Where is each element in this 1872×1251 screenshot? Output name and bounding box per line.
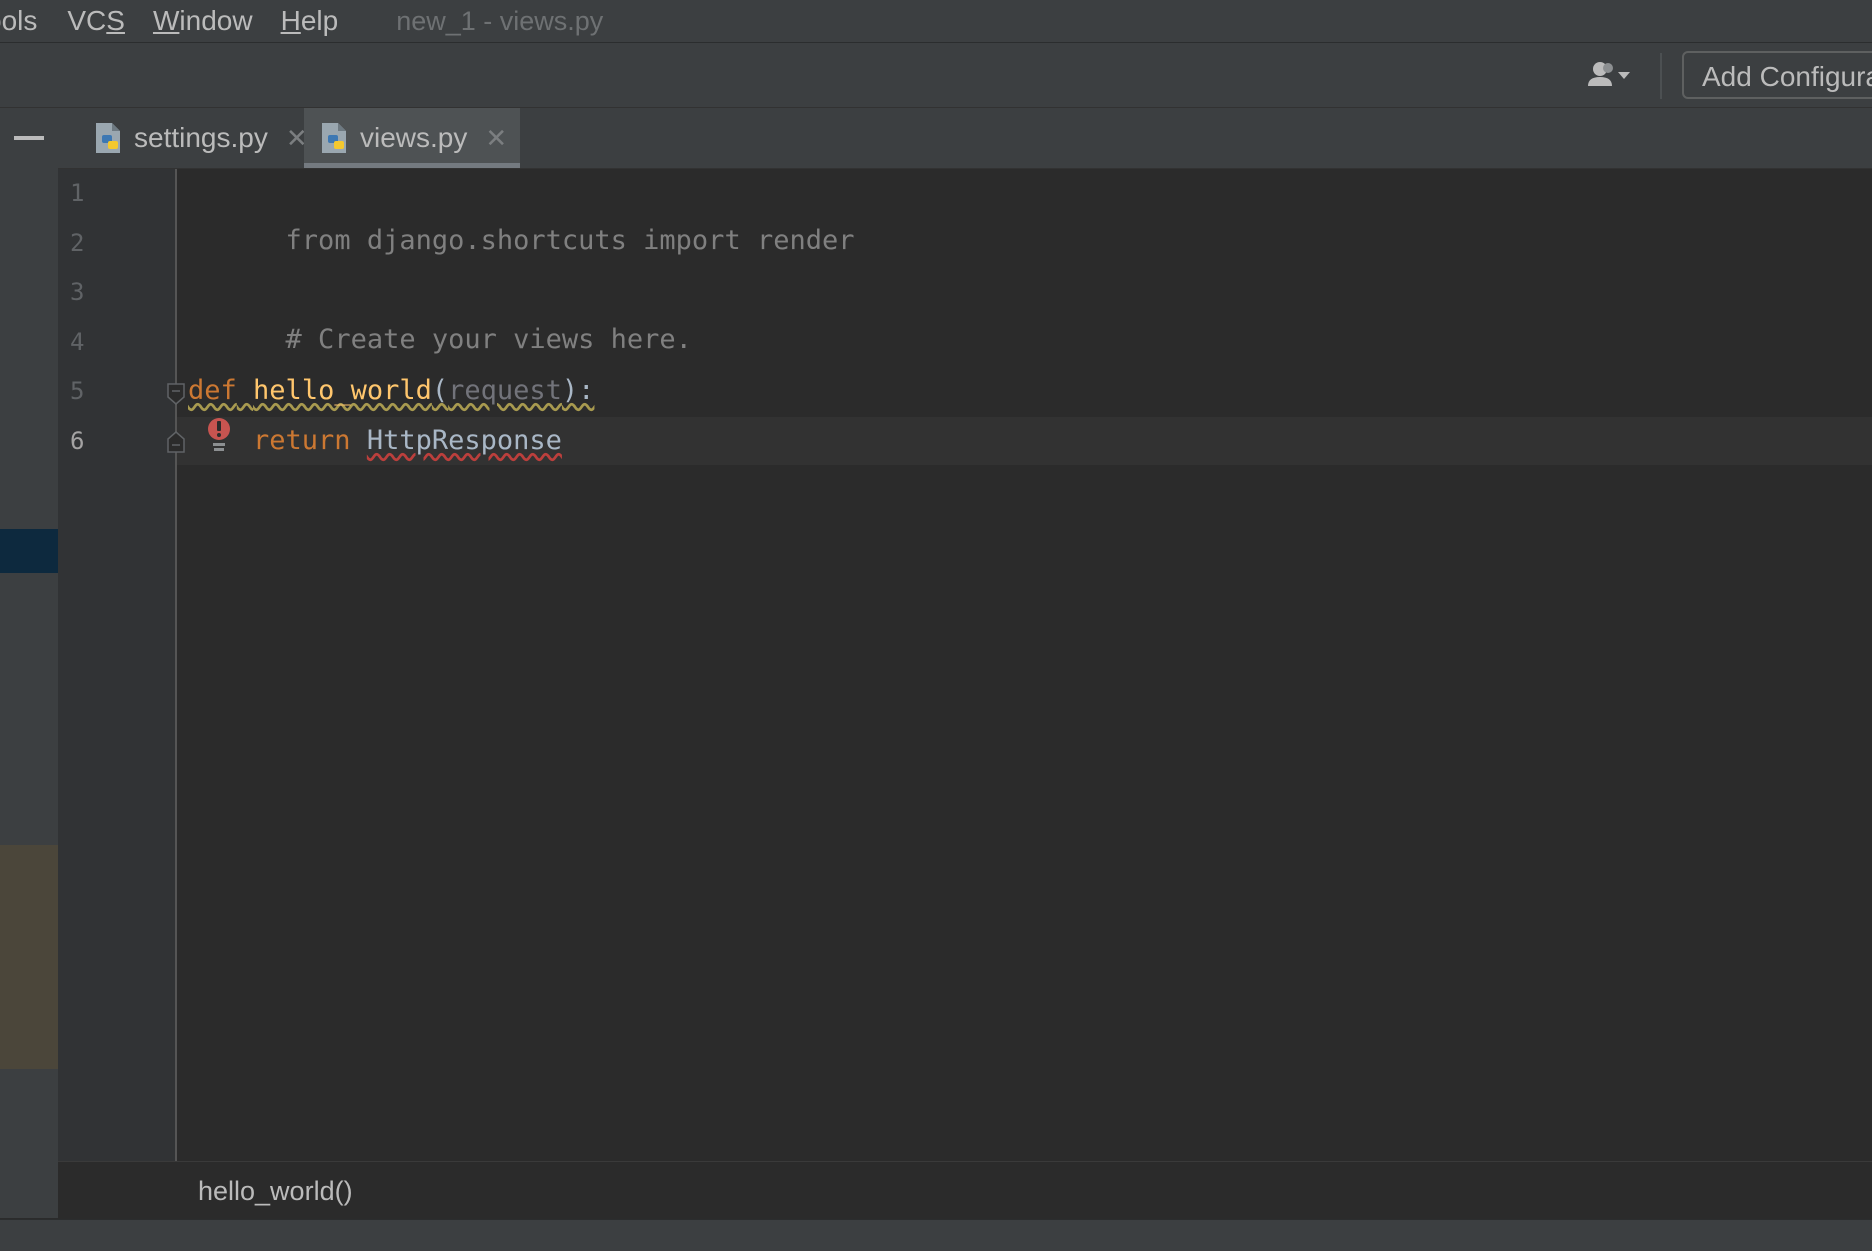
fold-end-icon[interactable] [166, 431, 186, 453]
return-keyword: return [253, 425, 351, 456]
breadcrumb-bar: hello_world() [58, 1161, 1872, 1220]
def-keyword: def [188, 375, 237, 406]
window-title: new_1 - views.py [396, 5, 604, 36]
menu-window-mnemonic: W [152, 5, 180, 36]
left-tool-strip [0, 108, 58, 1218]
line-number: 5 [70, 377, 85, 405]
menu-vcs[interactable]: VCS [67, 5, 125, 37]
menu-window-label: indow [179, 5, 253, 36]
menu-tools[interactable]: ools [0, 5, 37, 37]
breadcrumb[interactable]: hello_world() [198, 1176, 353, 1207]
python-file-icon [322, 123, 346, 153]
ide-window: ools VCS Window Help new_1 - views.py Ad… [0, 0, 1872, 1251]
python-file-icon [96, 123, 120, 153]
menu-bar: ools VCS Window Help new_1 - views.py [0, 0, 1872, 43]
menu-help[interactable]: Help [281, 5, 339, 37]
tab-label: settings.py [134, 122, 268, 153]
active-tab-indicator [304, 163, 520, 168]
line-number: 4 [70, 328, 85, 356]
menu-window[interactable]: Window [153, 5, 253, 37]
user-icon [1588, 62, 1630, 86]
comment: # Create your views here. [285, 324, 692, 355]
parameter: request [448, 375, 562, 406]
editor-gutter [58, 169, 176, 1161]
menu-vcs-label: VC [67, 5, 107, 36]
toolbar-separator [1660, 53, 1662, 99]
function-definition: def hello_world(request): [188, 375, 594, 406]
user-dropdown-button[interactable] [1578, 55, 1642, 95]
close-icon[interactable]: ✕ [485, 123, 507, 154]
close-paren: ): [561, 375, 595, 406]
menu-vcs-mnemonic: S [106, 5, 125, 36]
menu-help-label: elp [300, 5, 339, 36]
menu-help-mnemonic: H [280, 5, 301, 36]
import-statement: from django.shortcuts import render [285, 225, 855, 256]
code-line-3: # Create your views here. [188, 268, 692, 355]
main-toolbar: Add Configura [0, 43, 1872, 108]
project-tree-highlight [0, 845, 58, 1069]
status-bar [0, 1219, 1872, 1251]
collapse-icon[interactable] [14, 136, 44, 140]
function-name: hello_world [253, 375, 432, 406]
tab-views-py[interactable]: views.py ✕ [304, 108, 520, 168]
unresolved-reference: HttpResponse [366, 425, 562, 456]
code-line-5: def hello_world(request): [188, 367, 594, 415]
fold-open-icon[interactable] [166, 383, 186, 405]
code-editor[interactable]: 1 2 3 4 5 6 from django.shortcuts import… [58, 169, 1872, 1161]
code-line-6: return HttpResponse [188, 417, 562, 465]
add-configuration-button[interactable]: Add Configura [1682, 51, 1872, 99]
tab-label: views.py [360, 122, 468, 153]
gutter-divider [175, 169, 177, 1161]
open-paren: ( [431, 375, 449, 406]
line-number: 1 [70, 179, 85, 207]
line-number: 2 [70, 229, 85, 257]
project-tree-selection[interactable] [0, 529, 58, 573]
code-line-1: from django.shortcuts import render [188, 169, 855, 256]
line-number: 3 [70, 278, 85, 306]
editor-tab-bar: settings.py ✕ views.py ✕ [58, 108, 1872, 169]
line-number: 6 [70, 427, 85, 455]
